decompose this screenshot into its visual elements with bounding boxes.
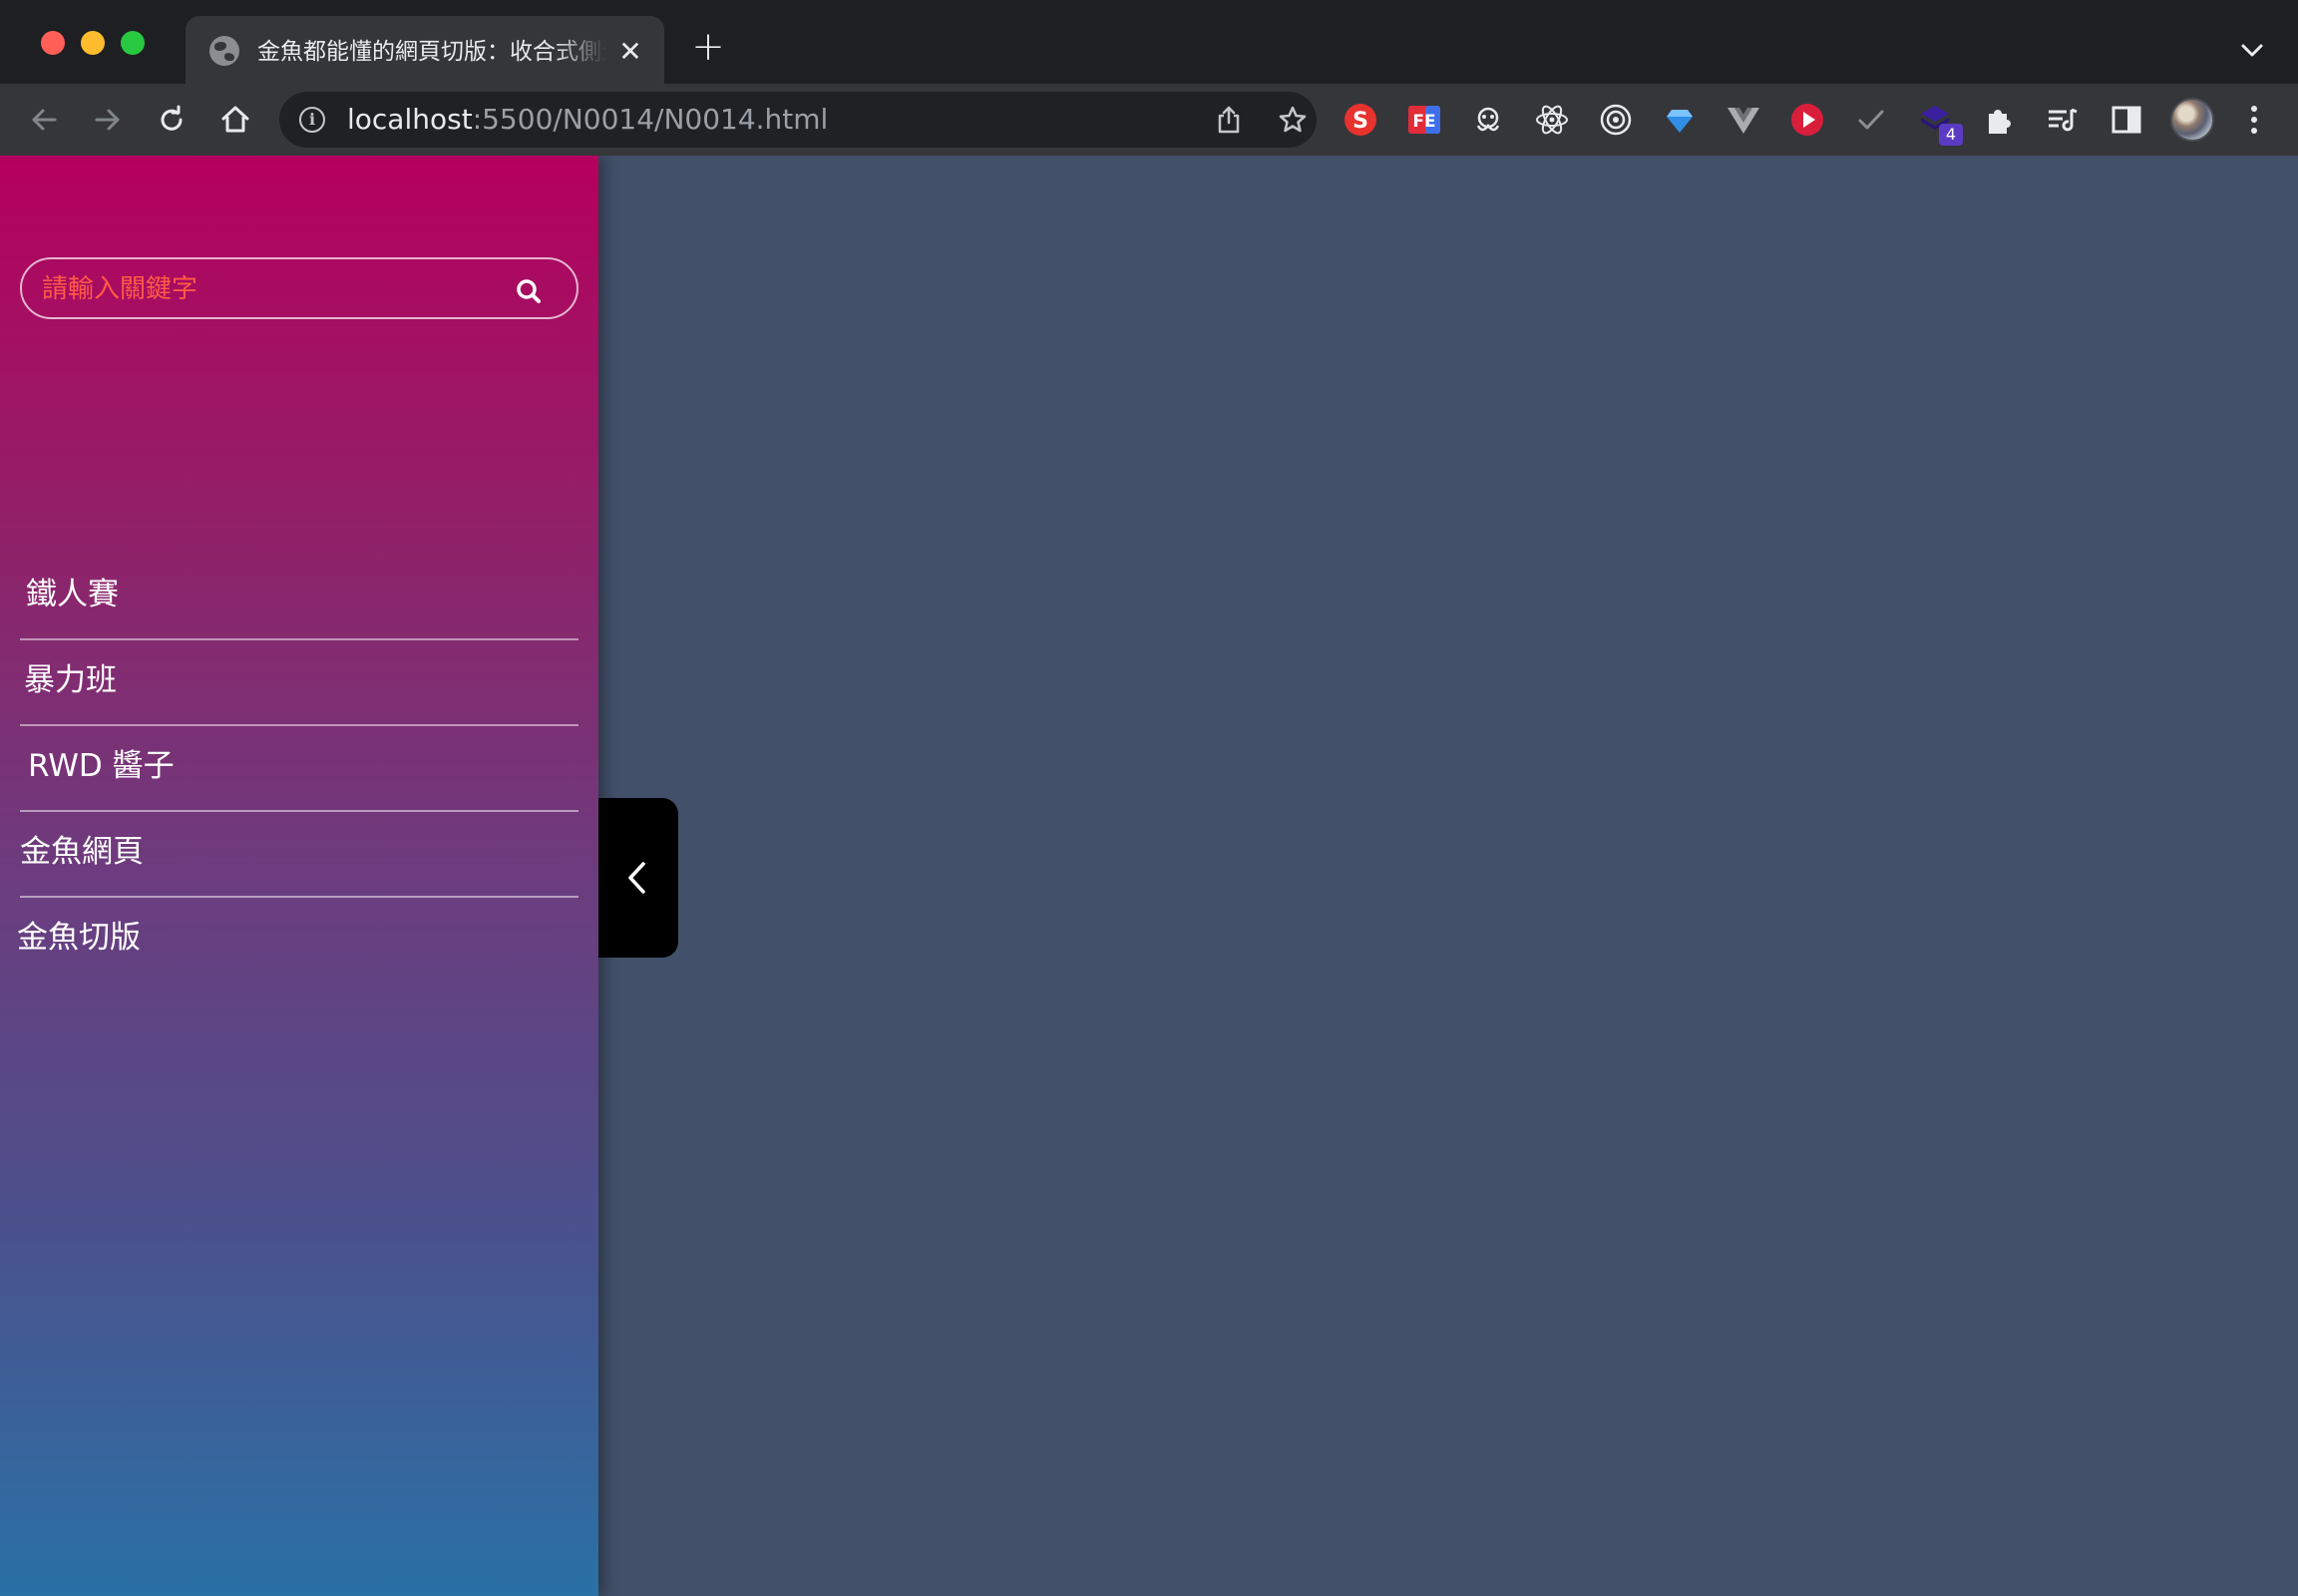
checkmark-icon[interactable] (1853, 102, 1889, 138)
minimize-window-button[interactable] (81, 31, 105, 55)
collapsible-sidebar: 鐵人賽 暴力班 RWD 醬子 金魚網頁 金魚切版 (0, 156, 598, 1596)
menu-item-bootcamp[interactable]: 暴力班 (20, 640, 578, 726)
url-text[interactable]: localhost:5500/N0014/N0014.html (347, 104, 828, 136)
target-icon[interactable] (1598, 102, 1634, 138)
home-button[interactable] (213, 98, 257, 142)
scratchpad-s-icon[interactable]: S (1342, 102, 1378, 138)
menu-item-goldfish-layout[interactable]: 金魚切版 (17, 898, 578, 984)
fe-helper-icon[interactable]: FE (1406, 102, 1442, 138)
browser-toolbar: i localhost:5500/N0014/N0014.html S FE 4 (0, 84, 2298, 156)
octopus-icon[interactable] (1470, 102, 1506, 138)
address-bar[interactable]: i localhost:5500/N0014/N0014.html (279, 92, 1317, 148)
reading-list-icon[interactable] (2045, 102, 2081, 138)
ruby-gem-icon[interactable] (1662, 102, 1698, 138)
menu-item-ironman[interactable]: 鐵人賽 (20, 555, 578, 640)
share-icon[interactable] (1213, 104, 1245, 136)
page-viewport: 鐵人賽 暴力班 RWD 醬子 金魚網頁 金魚切版 (0, 156, 2298, 1596)
puzzle-extensions-icon[interactable] (1981, 102, 2017, 138)
sidebar-toggle-button[interactable] (598, 798, 678, 958)
active-tab[interactable]: 金魚都能懂的網頁切版：收合式側邊欄 ✕ (186, 16, 664, 84)
menu-item-label: 暴力班 (24, 662, 117, 698)
menu-item-label: 鐵人賽 (26, 577, 119, 612)
browser-window: 金魚都能懂的網頁切版：收合式側邊欄 ✕ + (0, 0, 2298, 1596)
menu-item-label: 金魚網頁 (20, 834, 144, 870)
tab-strip: 金魚都能懂的網頁切版：收合式側邊欄 ✕ + (0, 0, 2298, 84)
menu-item-goldfish-web[interactable]: 金魚網頁 (20, 812, 578, 898)
menu-item-rwd[interactable]: RWD 醬子 (20, 726, 578, 812)
tab-search-chevron-icon[interactable] (2234, 32, 2270, 68)
youtube-play-icon[interactable] (1789, 102, 1825, 138)
reload-icon (161, 105, 183, 131)
forward-button[interactable] (86, 98, 130, 142)
chevron-left-icon (628, 862, 645, 894)
search-icon[interactable] (509, 271, 549, 311)
globe-icon (209, 36, 239, 66)
bookmark-star-icon[interactable] (1277, 104, 1309, 136)
maximize-window-button[interactable] (121, 31, 145, 55)
extension-badge: 4 (1939, 124, 1963, 146)
svg-text:FE: FE (1412, 112, 1435, 132)
vue-devtools-icon[interactable] (1725, 102, 1761, 138)
search-box (20, 257, 578, 319)
svg-text:S: S (1352, 109, 1368, 134)
new-tab-button[interactable]: + (688, 27, 728, 68)
menu-item-label: 金魚切版 (17, 920, 141, 956)
arrow-left-icon (32, 109, 57, 131)
home-icon (221, 106, 249, 133)
site-info-icon[interactable]: i (299, 107, 325, 133)
react-devtools-icon[interactable] (1534, 102, 1570, 138)
close-window-button[interactable] (41, 31, 65, 55)
sidebar-menu: 鐵人賽 暴力班 RWD 醬子 金魚網頁 金魚切版 (17, 555, 578, 984)
more-options-icon[interactable] (2242, 100, 2266, 140)
arrow-right-icon (95, 109, 120, 131)
menu-item-label: RWD 醬子 (28, 748, 175, 784)
reload-button[interactable] (150, 98, 193, 142)
tab-title: 金魚都能懂的網頁切版：收合式側邊欄 (257, 39, 606, 65)
close-tab-button[interactable]: ✕ (614, 36, 646, 68)
back-button[interactable] (22, 98, 66, 142)
search-input[interactable] (42, 269, 501, 309)
side-panel-icon[interactable] (2108, 102, 2144, 138)
profile-avatar[interactable] (2170, 98, 2214, 142)
